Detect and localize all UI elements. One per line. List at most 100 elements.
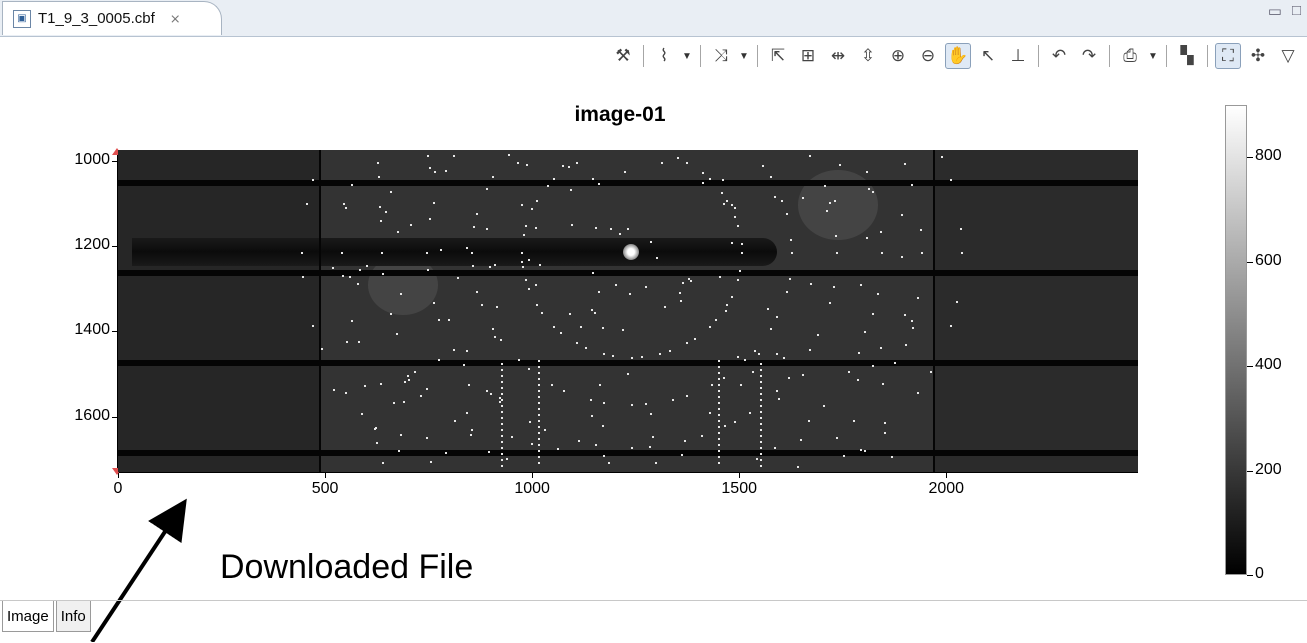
diffraction-spot [358, 341, 361, 344]
diffraction-spot [730, 296, 733, 299]
diffraction-spot [726, 304, 729, 307]
diffraction-spot [429, 166, 432, 169]
diffraction-spot [438, 358, 441, 361]
diffraction-spot [864, 450, 867, 453]
axis-configure-icon[interactable]: ⌇ [651, 43, 677, 69]
vertical-zoom-icon[interactable]: ⇳ [855, 43, 881, 69]
diffraction-spot [959, 227, 962, 230]
diffraction-spot [760, 411, 762, 413]
diffraction-spot [726, 199, 729, 202]
trace-configure-icon[interactable]: ⤨ [708, 43, 734, 69]
dropdown-arrow-icon[interactable]: ▼ [1147, 51, 1159, 62]
diffraction-spot [488, 451, 491, 454]
diffraction-spot [627, 227, 630, 230]
diffraction-spot [377, 161, 380, 164]
tab-info[interactable]: Info [55, 601, 91, 632]
diffraction-spot [807, 419, 810, 422]
print-icon[interactable]: ⎙ [1117, 43, 1143, 69]
diffraction-spot [414, 370, 417, 373]
diffraction-spot [701, 171, 704, 174]
diffraction-spot [445, 169, 448, 172]
diffraction-spot [734, 216, 737, 219]
plot-area: image-01 1000 1200 1400 1600 0 500 1000 1500 20… [0, 77, 1307, 600]
diffraction-spot [733, 420, 736, 423]
zoom-out-icon[interactable]: ⊖ [915, 43, 941, 69]
horizontal-zoom-icon[interactable]: ⇹ [825, 43, 851, 69]
diffraction-spot [767, 307, 770, 310]
diffraction-spot [872, 190, 875, 193]
diffraction-spot [499, 339, 502, 342]
zoom-in-icon[interactable]: ⊕ [885, 43, 911, 69]
diffraction-spot [576, 342, 578, 345]
diffraction-spot [760, 447, 762, 449]
diffraction-spot [521, 261, 524, 264]
beamstop-shadow [132, 238, 777, 266]
diffraction-spot [396, 333, 399, 336]
palette-icon[interactable]: ✣ [1245, 43, 1271, 69]
diffraction-image[interactable] [118, 150, 1138, 472]
close-icon[interactable]: ⨯ [170, 11, 181, 27]
diffraction-spot [524, 224, 527, 227]
diffraction-spot [836, 252, 838, 254]
diffraction-spot [718, 432, 720, 434]
colorbar-tick-label: 400 [1255, 356, 1282, 374]
minimize-icon[interactable]: ▭ [1268, 2, 1282, 20]
diffraction-spot [538, 456, 540, 458]
diffraction-spot [718, 444, 720, 446]
diffraction-spot [808, 349, 811, 352]
diffraction-spot [530, 443, 533, 446]
diffraction-spot [501, 417, 503, 419]
diffraction-spot [465, 412, 468, 415]
diffraction-spot [603, 454, 606, 457]
detector-gap [118, 270, 1138, 276]
toolbar-separator [1207, 45, 1208, 67]
beam-center [623, 244, 639, 260]
diffraction-spot [551, 383, 553, 386]
diffraction-spot [838, 163, 841, 166]
diffraction-spot [718, 462, 720, 464]
diffraction-spot [332, 266, 335, 269]
diffraction-spot [379, 220, 382, 223]
colorbar-tick-label: 800 [1255, 147, 1282, 165]
diffraction-spot [535, 226, 537, 229]
undo-icon[interactable]: ↶ [1046, 43, 1072, 69]
diffraction-spot [753, 349, 756, 352]
diffraction-spot [486, 228, 489, 231]
editor-tab[interactable]: ▣ T1_9_3_0005.cbf ⨯ [2, 1, 222, 35]
histogram-icon[interactable]: ▚ [1174, 43, 1200, 69]
diffraction-spot [778, 397, 781, 400]
autoscale-icon[interactable]: ⇱ [765, 43, 791, 69]
diffraction-spot [341, 252, 343, 254]
diffraction-spot [389, 313, 392, 316]
axes-icon[interactable]: ⊥ [1005, 43, 1031, 69]
redo-icon[interactable]: ↷ [1076, 43, 1102, 69]
dropdown-arrow-icon[interactable]: ▼ [738, 51, 750, 62]
diffraction-spot [485, 187, 488, 190]
configure-icon[interactable]: ⚒ [610, 43, 636, 69]
diffraction-spot [836, 436, 839, 439]
diffraction-spot [650, 241, 653, 244]
diffraction-spot [501, 435, 503, 437]
tab-image[interactable]: Image [2, 601, 54, 632]
pointer-icon[interactable]: ↖ [975, 43, 1001, 69]
diffraction-spot [563, 389, 566, 392]
diffraction-spot [439, 249, 442, 252]
diffraction-spot [375, 442, 378, 445]
fit-to-window-icon[interactable]: ⛶ [1215, 43, 1241, 69]
diffraction-spot [760, 369, 762, 371]
diffraction-spot [865, 170, 868, 173]
rubberband-zoom-icon[interactable]: ⊞ [795, 43, 821, 69]
dropdown-arrow-icon[interactable]: ▼ [681, 51, 693, 62]
diffraction-spot [884, 421, 887, 424]
diffraction-spot [590, 308, 593, 311]
diffraction-spot [508, 154, 511, 157]
diffraction-spot [501, 423, 503, 425]
diffraction-spot [527, 287, 530, 290]
diffraction-spot [420, 394, 423, 397]
diffraction-spot [788, 377, 791, 380]
pan-icon[interactable]: ✋ [945, 43, 971, 69]
maximize-icon[interactable]: □ [1292, 2, 1301, 20]
diffraction-spot [593, 311, 596, 314]
view-menu-icon[interactable]: ▽ [1275, 43, 1301, 69]
diffraction-spot [471, 429, 474, 432]
